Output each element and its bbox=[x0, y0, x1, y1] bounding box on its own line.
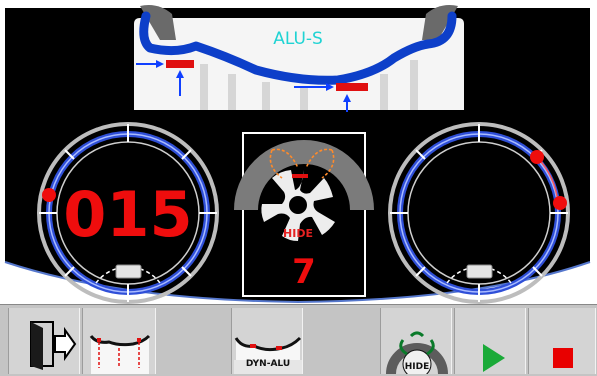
hide-spokes-button[interactable]: HIDE bbox=[380, 308, 452, 374]
hide-button-label: HIDE bbox=[404, 362, 430, 372]
right-weight-plane bbox=[336, 83, 368, 91]
dyn-alu-button[interactable]: DYN-ALU bbox=[231, 308, 303, 374]
right-position-indicator bbox=[466, 264, 493, 279]
left-unbalance-value: 015 bbox=[63, 178, 192, 251]
rim-profile-icon bbox=[89, 334, 151, 374]
center-hide-label: HIDE bbox=[283, 227, 313, 240]
right-weight-marker-upper bbox=[530, 150, 544, 164]
left-position-indicator bbox=[115, 264, 142, 279]
exit-door-icon bbox=[30, 321, 77, 370]
dyn-alu-label: DYN-ALU bbox=[245, 359, 291, 369]
left-weight-plane bbox=[166, 60, 194, 68]
rim-type-label: ALU-S bbox=[273, 29, 323, 49]
stop-icon bbox=[553, 348, 573, 368]
play-icon bbox=[483, 344, 505, 372]
exit-button[interactable] bbox=[8, 308, 80, 374]
spoke-count-value: 7 bbox=[292, 252, 316, 292]
start-button[interactable] bbox=[454, 308, 526, 374]
right-weight-marker-lower bbox=[553, 196, 567, 210]
rim-profile bbox=[134, 5, 464, 112]
rim-measure-button[interactable] bbox=[82, 308, 156, 374]
wheel-balancer-screen: ALU-S 015 HIDE 7 DYN-ALU HIDE bbox=[0, 0, 597, 376]
left-weight-marker bbox=[42, 188, 56, 202]
stop-button[interactable] bbox=[528, 308, 596, 374]
